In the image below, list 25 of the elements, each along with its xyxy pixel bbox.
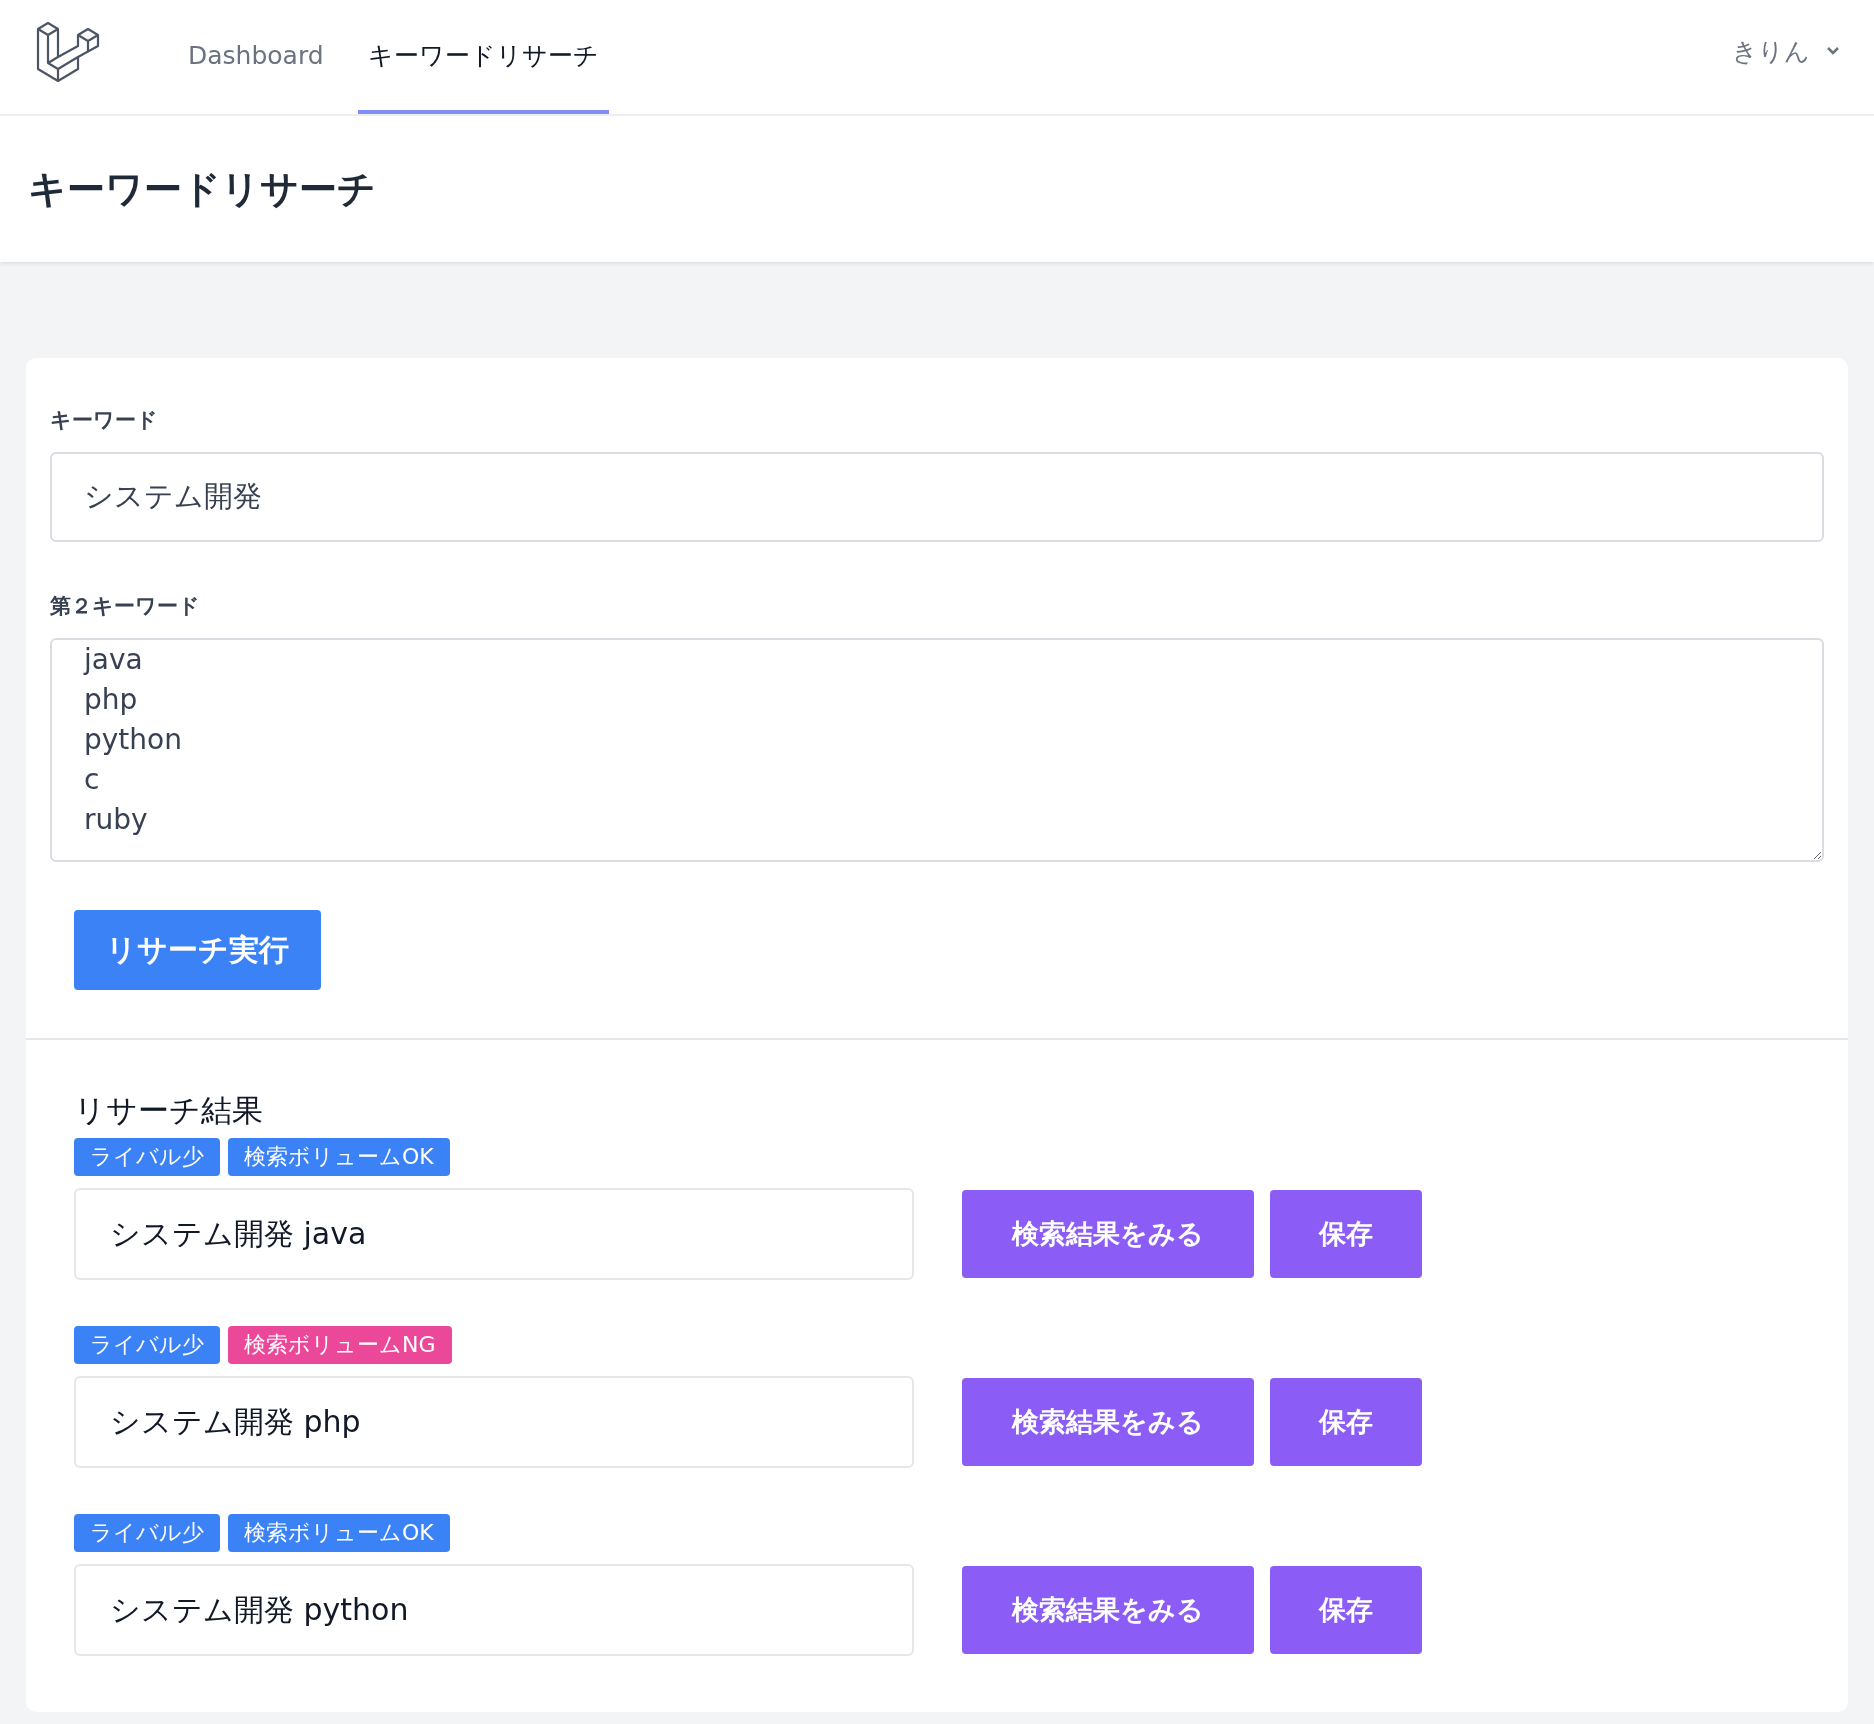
research-button[interactable]: リサーチ実行: [74, 910, 321, 990]
save-button[interactable]: 保存: [1270, 1190, 1422, 1278]
view-results-button[interactable]: 検索結果をみる: [962, 1566, 1254, 1654]
field-label: 第２キーワード: [50, 593, 201, 620]
save-button[interactable]: 保存: [1270, 1378, 1422, 1466]
nav-link[interactable]: Dashboard: [178, 0, 334, 114]
result-input[interactable]: システム開発 java: [74, 1188, 914, 1280]
result-input[interactable]: システム開発 php: [74, 1376, 914, 1468]
view-results-button[interactable]: 検索結果をみる: [962, 1190, 1254, 1278]
view-results-button[interactable]: 検索結果をみる: [962, 1378, 1254, 1466]
tag: 検索ボリュームOK: [228, 1514, 450, 1552]
result-input[interactable]: システム開発 python: [74, 1564, 914, 1656]
chevron-down-icon[interactable]: [1826, 46, 1840, 56]
keyword-input[interactable]: システム開発: [50, 452, 1824, 542]
second-keyword-textarea[interactable]: java php python c ruby: [50, 638, 1824, 862]
tag: ライバル少: [74, 1514, 220, 1552]
results-title: リサーチ結果: [74, 1091, 264, 1130]
save-button[interactable]: 保存: [1270, 1566, 1422, 1654]
tag: 検索ボリュームOK: [228, 1138, 450, 1176]
field-label: キーワード: [50, 407, 159, 434]
tag: ライバル少: [74, 1326, 220, 1364]
user-name[interactable]: きりん: [1732, 34, 1810, 68]
page-title: キーワードリサーチ: [28, 165, 376, 213]
tag: ライバル少: [74, 1138, 220, 1176]
tag: 検索ボリュームNG: [228, 1326, 452, 1364]
